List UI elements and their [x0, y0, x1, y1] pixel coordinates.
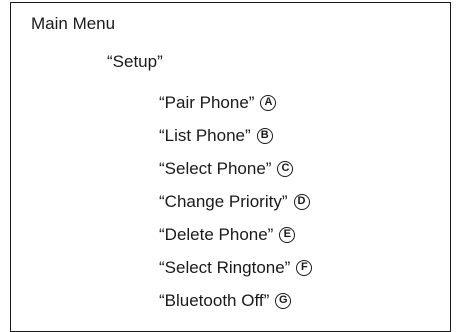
menu-item-delete-phone: “Delete Phone” E	[159, 218, 312, 251]
option-label: “Bluetooth Off”	[159, 290, 270, 310]
callout-e-icon: E	[279, 226, 296, 243]
callout-b-icon: B	[256, 127, 273, 144]
option-label: “Delete Phone”	[159, 224, 274, 244]
menu-item-change-priority: “Change Priority” D	[159, 185, 312, 218]
callout-d-icon: D	[293, 193, 310, 210]
callout-a-icon: A	[260, 94, 277, 111]
callout-c-icon: C	[277, 160, 294, 177]
option-label: “List Phone”	[159, 125, 251, 145]
menu-item-pair-phone: “Pair Phone” A	[159, 86, 312, 119]
setup-option-list: “Pair Phone” A “List Phone” B “Select Ph…	[159, 86, 313, 317]
option-label: “Pair Phone”	[159, 92, 255, 112]
callout-g-icon: G	[275, 292, 292, 309]
menu-item-bluetooth-off: “Bluetooth Off” G	[159, 284, 312, 317]
menu-item-list-phone: “List Phone” B	[159, 119, 312, 152]
menu-item-select-ringtone: “Select Ringtone” F	[159, 251, 313, 284]
option-label: “Select Phone”	[159, 158, 272, 178]
main-menu-label: Main Menu	[31, 14, 116, 33]
callout-f-icon: F	[296, 259, 313, 276]
setup-menu-label: “Setup”	[107, 52, 163, 71]
menu-item-select-phone: “Select Phone” C	[159, 152, 312, 185]
menu-tree-box: Main Menu “Setup” “Pair Phone” A “List P…	[10, 2, 451, 332]
option-label: “Select Ringtone”	[159, 257, 291, 277]
option-label: “Change Priority”	[159, 191, 288, 211]
